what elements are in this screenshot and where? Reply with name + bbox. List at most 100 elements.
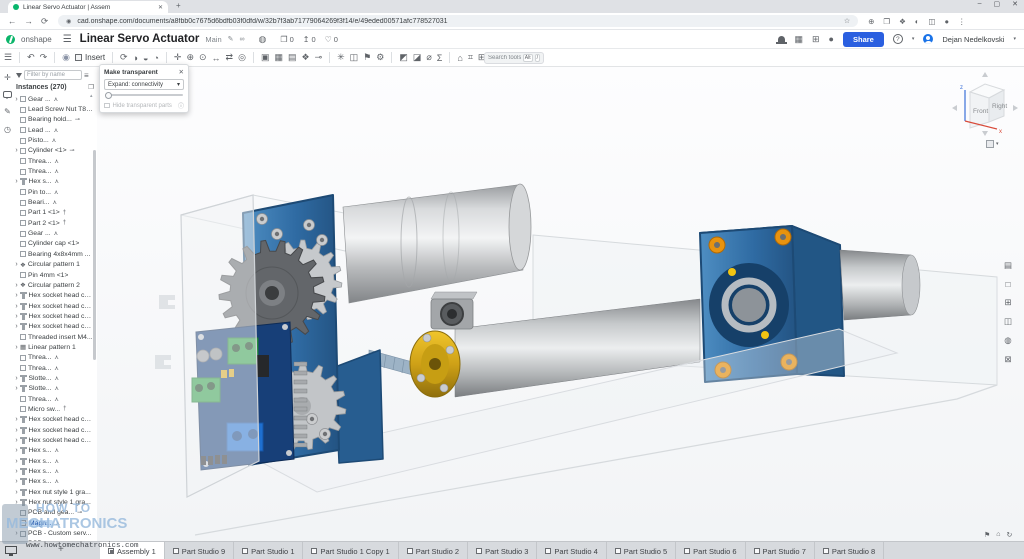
onshape-logo-icon[interactable] <box>6 35 15 44</box>
expand-arrow-icon[interactable]: › <box>13 303 20 310</box>
fastened-mate-icon[interactable]: ⊕ <box>186 52 194 63</box>
search-tools-input[interactable]: Search tools... Alt / <box>484 52 544 64</box>
instance-row[interactable]: Cylinder cap <1> <box>13 239 93 249</box>
export-icon[interactable]: ⊠ <box>1004 354 1011 365</box>
grid-icon[interactable]: ▦ <box>794 34 803 45</box>
expand-arrow-icon[interactable]: › <box>13 292 20 299</box>
custom-tables-icon[interactable]: □ <box>1005 279 1010 289</box>
rotate-view-icon[interactable]: ⟳ <box>120 52 128 63</box>
instance-row[interactable]: ›PCB - Custom serv... <box>13 528 93 538</box>
expand-arrow-icon[interactable]: › <box>13 261 20 268</box>
flag-icon[interactable]: ⚑ <box>984 531 990 539</box>
redo-button[interactable]: ↷ <box>40 52 48 63</box>
hidden-edges-icon[interactable]: ◒ <box>143 53 148 63</box>
history-icon[interactable]: ↥0 <box>303 35 316 44</box>
refresh-icon[interactable]: ↻ <box>1007 531 1013 539</box>
home-icon[interactable]: ⌂ <box>996 531 1000 539</box>
instance-row[interactable]: Bearing 4x8x4mm ... <box>13 249 93 259</box>
gearbox-housing[interactable] <box>335 350 383 463</box>
expand-arrow-icon[interactable]: › <box>13 282 20 289</box>
dc-motor[interactable] <box>343 184 531 303</box>
save-icon[interactable]: ⊕ <box>868 17 874 26</box>
instance-row[interactable]: Threa...⋏ <box>13 363 93 373</box>
panel-menu-icon[interactable]: ≡ <box>84 71 89 80</box>
mate-connector-icon[interactable]: ⊸ <box>315 52 323 63</box>
tab-part-studio-4[interactable]: Part Studio 4 <box>537 542 606 559</box>
wireframe-icon[interactable]: ◔ <box>153 53 158 63</box>
instance-row[interactable]: ›▦Linear pattern 1 <box>13 342 93 352</box>
tab-part-studio-7[interactable]: Part Studio 7 <box>746 542 815 559</box>
share-button[interactable]: Share <box>843 32 884 47</box>
public-icon[interactable]: ◍ <box>259 34 267 45</box>
expand-arrow-icon[interactable]: › <box>13 437 20 444</box>
reload-button[interactable]: ⟳ <box>41 16 48 27</box>
profile-icon[interactable]: ◐ <box>915 17 920 26</box>
instance-row[interactable]: ›❖Circular pattern 1 <box>13 260 93 270</box>
window-maximize-button[interactable]: ▢ <box>994 0 1001 8</box>
expand-arrow-icon[interactable]: › <box>13 375 20 382</box>
group-icon[interactable]: ▣ <box>261 52 270 63</box>
instance-row[interactable]: Magn...⋏ <box>13 518 93 528</box>
expand-arrow-icon[interactable]: › <box>13 385 20 392</box>
sidebar-icon[interactable]: ◫ <box>928 17 935 26</box>
tab-close-icon[interactable]: ✕ <box>158 4 163 11</box>
versions-icon[interactable]: ❐0 <box>280 35 293 44</box>
instance-row[interactable]: Threa...⋏ <box>13 166 93 176</box>
tab-part-studio-3[interactable]: Part Studio 3 <box>468 542 537 559</box>
instance-row[interactable]: ›Hex socket head ca... <box>13 435 93 445</box>
expand-arrow-icon[interactable]: › <box>13 427 20 434</box>
housing-left-face[interactable] <box>155 195 259 497</box>
instance-row[interactable]: Threaded insert M4... <box>13 332 93 342</box>
theme-icon[interactable]: ● <box>945 17 950 26</box>
revolute-mate-icon[interactable]: ⊙ <box>199 52 207 63</box>
add-tab-button[interactable]: + <box>58 544 64 555</box>
explode-icon[interactable]: ✳ <box>337 52 345 63</box>
hide-parts-checkbox[interactable] <box>104 103 110 109</box>
sheet-icon[interactable]: ⌂ <box>457 53 462 63</box>
panel-scrollbar[interactable] <box>93 150 96 360</box>
instance-row[interactable]: ›Slotte...⋏ <box>13 384 93 394</box>
transparency-slider[interactable] <box>105 94 183 96</box>
instance-row[interactable]: ›Hex socket head ca... <box>13 322 93 332</box>
slider-knob[interactable] <box>105 92 112 99</box>
likes-icon[interactable]: ♡0 <box>325 35 338 44</box>
history-clock-icon[interactable]: ◷ <box>4 125 11 134</box>
snapshot-icon[interactable]: ◫ <box>350 52 359 63</box>
expand-arrow-icon[interactable]: › <box>13 96 20 103</box>
view-home-button[interactable]: ▾ <box>986 140 999 148</box>
expand-arrow-icon[interactable]: › <box>13 499 20 506</box>
section-view-icon[interactable]: ◪ <box>413 52 422 63</box>
browser-tab[interactable]: Linear Servo Actuator | Assem ✕ <box>8 1 168 13</box>
window-close-button[interactable]: ✕ <box>1012 0 1018 8</box>
display-states-icon[interactable]: ◩ <box>399 52 408 63</box>
instance-row[interactable]: ›Cylinder <1>⊸ <box>13 146 93 156</box>
instance-row[interactable]: Pin to...⋏ <box>13 187 93 197</box>
instance-row[interactable]: Lead ...⋏ <box>13 125 93 135</box>
user-menu-caret-icon[interactable]: ▾ <box>1013 36 1016 42</box>
instance-row[interactable]: ›❖Circular pattern 2 <box>13 280 93 290</box>
instance-row[interactable]: ›Hex s...⋏ <box>13 177 93 187</box>
menu-icon[interactable]: ⋮ <box>958 17 966 26</box>
dialog-close-icon[interactable]: ✕ <box>179 68 184 76</box>
instance-row[interactable]: ›Hex socket head ca... <box>13 301 93 311</box>
measure-icon[interactable]: ⌀ <box>426 52 431 63</box>
expand-arrow-icon[interactable]: › <box>13 416 20 423</box>
settings-icon[interactable]: ⚙ <box>376 52 384 63</box>
instance-row[interactable]: Part 2 <1>† <box>13 218 93 228</box>
instance-row[interactable]: ›Hex socket head ca... <box>13 311 93 321</box>
undo-button[interactable]: ↶ <box>27 52 35 63</box>
expand-arrow-icon[interactable]: › <box>13 344 20 351</box>
link-icon[interactable]: ∞ <box>240 36 245 43</box>
instance-row[interactable]: PCB and gea...⊸ <box>13 508 93 518</box>
view-cube[interactable]: Front Right z x <box>948 70 1024 142</box>
instance-row[interactable]: ›Hex socket head ca... <box>13 291 93 301</box>
windows-icon[interactable]: ◫ <box>1004 316 1012 327</box>
instance-row[interactable]: ›Gear ...⋏ <box>13 94 93 104</box>
instance-row[interactable]: Bearing hold...⊸ <box>13 115 93 125</box>
tab-part-studio-2[interactable]: Part Studio 2 <box>399 542 468 559</box>
slider-mate-icon[interactable]: ↔ <box>212 53 221 63</box>
instance-row[interactable]: ›Hex socket head ca... <box>13 415 93 425</box>
replicate-icon[interactable]: ▦ <box>274 52 283 63</box>
frames-icon[interactable]: ⌗ <box>468 52 473 63</box>
circular-pattern-icon[interactable]: ❖ <box>302 52 310 63</box>
